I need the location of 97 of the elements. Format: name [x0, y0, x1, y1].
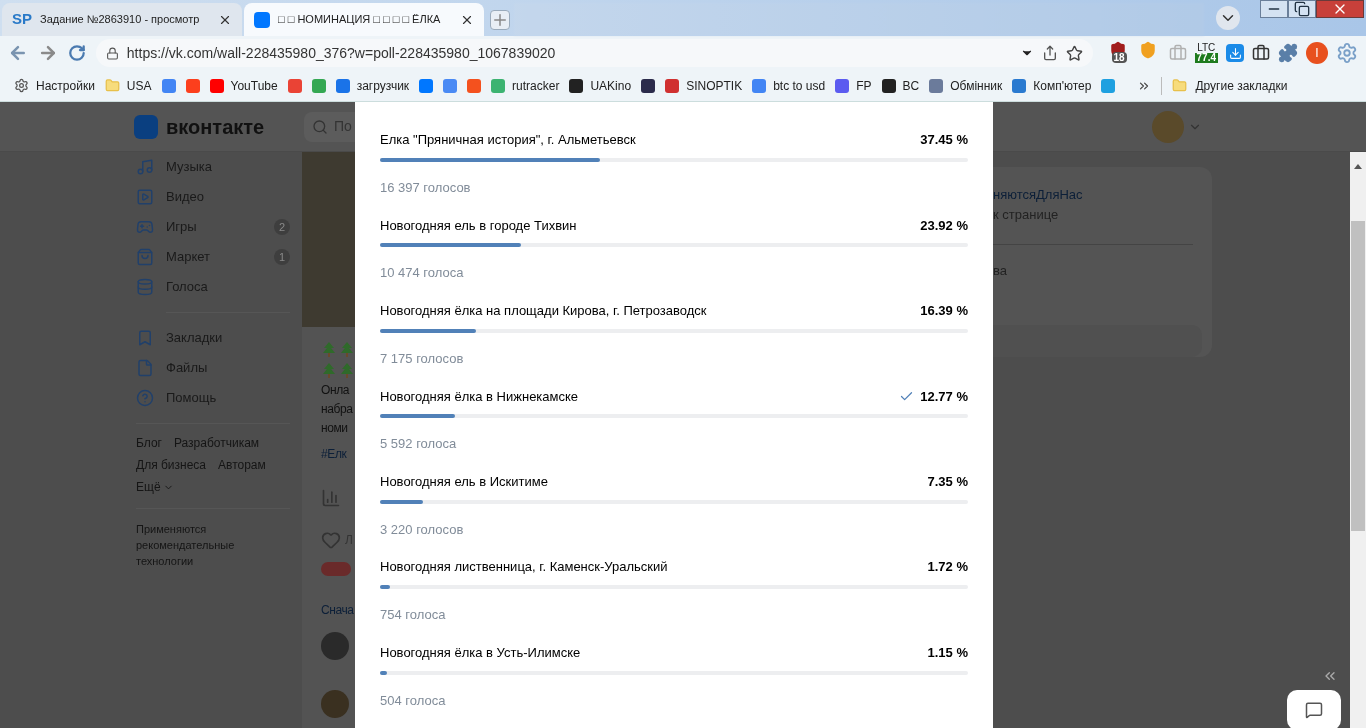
browser-tab[interactable]: □ □ НОМИНАЦИЯ □ □ □ □ ЁЛКА — [244, 3, 484, 36]
hashtag-link[interactable]: няютсяДляНас — [993, 185, 1212, 205]
bookmark-item[interactable]: YouTube — [209, 74, 278, 97]
vote-count: 7 175 голосов — [380, 349, 465, 368]
bookmark-item[interactable]: USA — [104, 74, 152, 97]
avatar — [321, 690, 349, 718]
tab-favicon: SP — [12, 9, 32, 30]
extension-icon[interactable] — [1252, 44, 1270, 62]
chat-button[interactable] — [1287, 690, 1341, 728]
bookmark-item[interactable]: BC — [881, 74, 920, 97]
bag-icon — [136, 248, 154, 266]
tab-title: Задание №2863910 - просмотр — [40, 12, 201, 28]
footer-link[interactable]: Для бизнеса — [136, 456, 206, 474]
vk-logo[interactable]: вконтакте — [134, 111, 304, 142]
help-icon — [136, 389, 154, 407]
option-percent: 12.77 % — [920, 387, 968, 406]
folder-icon — [104, 78, 120, 93]
new-tab-icon[interactable] — [490, 9, 510, 30]
back-icon[interactable] — [8, 43, 28, 63]
reload-icon[interactable] — [67, 44, 86, 62]
vote-count: 5 592 голоса — [380, 435, 458, 454]
minimize-icon[interactable] — [1260, 0, 1288, 18]
option-percent: 7.35 % — [927, 472, 968, 491]
download-icon[interactable] — [1226, 44, 1244, 62]
music-icon — [136, 158, 154, 176]
option-percent: 16.39 % — [920, 302, 968, 321]
gear-icon[interactable] — [1336, 42, 1358, 64]
option-percent: 37.45 % — [920, 131, 968, 150]
tree-icon — [339, 341, 355, 359]
option-title: Новогодняя ёлка в Усть-Илимске — [380, 643, 582, 662]
tab-title: □ □ НОМИНАЦИЯ □ □ □ □ ЁЛКА — [278, 12, 442, 28]
count-badge: 1 — [274, 249, 290, 265]
hashtag-link[interactable]: #Елк — [321, 444, 355, 464]
extension-badge: 18 — [1111, 52, 1127, 63]
settings-icon — [14, 78, 29, 93]
tree-icon — [339, 362, 355, 380]
other-bookmarks-folder[interactable]: Другие закладки — [1172, 76, 1288, 95]
vote-count: 754 голоса — [380, 606, 447, 625]
search-icon — [312, 118, 328, 135]
footer-link[interactable]: Авторам — [218, 456, 266, 474]
bookmark-item[interactable]: Настройки — [14, 74, 95, 97]
option-title: Новогодняя ель в городе Тихвин — [380, 216, 578, 235]
tree-icon — [321, 362, 337, 380]
option-title: Новогодняя ёлка в Нижнекамске — [380, 387, 580, 406]
reaction-emoji-icon — [321, 562, 351, 576]
vote-count: 10 474 голоса — [380, 264, 465, 283]
footer-link[interactable]: Блог — [136, 434, 162, 452]
address-bar[interactable]: https://vk.com/wall-228435980_376?w=poll-228435980_1067839020 — [95, 39, 1093, 67]
count-badge: 2 — [274, 219, 290, 235]
avatar — [321, 632, 349, 660]
option-title: Новогодняя ель в Искитиме — [380, 472, 549, 491]
scrollbar-thumb[interactable] — [1351, 221, 1365, 531]
coins-icon — [136, 278, 154, 296]
bookmark-item[interactable]: FP — [835, 74, 872, 97]
more-link[interactable]: Ещё — [136, 478, 174, 496]
gamepad-icon — [136, 218, 154, 236]
tab-search-icon[interactable] — [1216, 6, 1240, 30]
close-window-icon[interactable] — [1316, 0, 1364, 18]
footer-link[interactable]: Разработчикам — [173, 434, 260, 452]
file-icon — [136, 359, 154, 377]
vk-favicon — [254, 11, 270, 28]
bookmark-icon — [136, 329, 154, 347]
vote-count: 3 220 голосов — [380, 520, 465, 539]
url-text: https://vk.com/wall-228435980_376?w=poll-228435980_1067839020 — [126, 43, 557, 63]
vote-count: 504 голоса — [380, 691, 447, 710]
bookmark-item[interactable]: SINOPTIK — [665, 74, 743, 97]
scroll-up-icon[interactable] — [1354, 164, 1362, 169]
bookmark-star-icon[interactable] — [1065, 44, 1083, 62]
tree-icon — [321, 341, 337, 359]
option-title: Новогодняя ёлка на площади Кирова, г. Петрозаводск — [380, 302, 708, 321]
bookmark-item[interactable]: Обмінник — [929, 74, 1003, 97]
option-percent: 23.92 % — [920, 216, 968, 235]
poll-icon — [321, 488, 341, 508]
post-text: Онла — [321, 382, 351, 399]
bookmark-item[interactable]: Комп'ютер — [1012, 74, 1092, 97]
bookmark-item[interactable]: UAKino — [569, 74, 632, 97]
post-text: набра — [321, 401, 354, 418]
sort-label: Снача — [321, 602, 355, 619]
vote-count: 16 397 голосов — [380, 179, 472, 197]
option-percent: 1.15 % — [927, 643, 968, 662]
post-text: номи — [321, 420, 349, 437]
share-icon[interactable] — [1041, 45, 1058, 61]
profile-button[interactable]: I — [1306, 42, 1328, 64]
option-title: Новогодняя лиственница, г. Каменск-Уральский — [380, 558, 669, 577]
extensions-icon[interactable] — [1278, 43, 1298, 63]
browser-tab[interactable]: SP Задание №2863910 - просмотр — [2, 3, 242, 36]
chat-icon — [1305, 701, 1323, 719]
option-percent: 1.72 % — [927, 558, 968, 577]
restore-icon[interactable] — [1288, 0, 1316, 18]
folder-icon — [1172, 78, 1188, 93]
lock-icon — [105, 46, 119, 60]
option-title: Елка "Пряничная история", г. Альметьевск — [380, 131, 637, 150]
info-note: Применяются рекомендательные технологии — [136, 522, 236, 569]
video-icon — [136, 188, 154, 206]
bookmark-item[interactable]: rutracker — [491, 74, 560, 97]
bookmark-item[interactable]: загрузчик — [335, 74, 410, 97]
bookmark-item[interactable]: btc to usd — [752, 74, 826, 97]
